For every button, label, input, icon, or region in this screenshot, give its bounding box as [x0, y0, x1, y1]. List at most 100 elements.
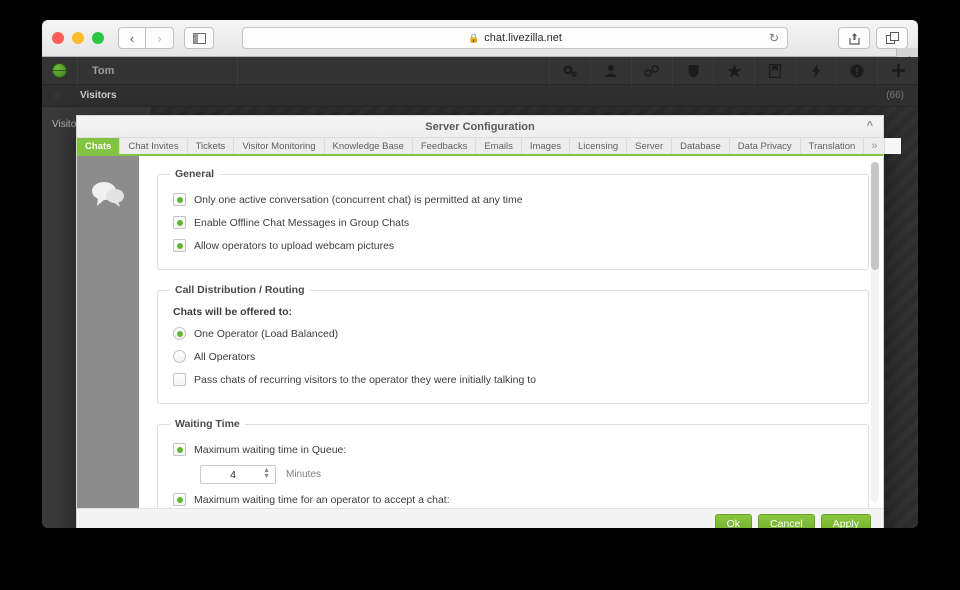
radio-one-operator[interactable] — [173, 327, 186, 340]
tab-visitor-monitoring[interactable]: Visitor Monitoring — [234, 138, 325, 154]
checkbox-max-wait-accept[interactable] — [173, 493, 186, 506]
dialog-footer: Ok Cancel Apply — [77, 508, 883, 528]
routing-legend: Call Distribution / Routing — [175, 284, 305, 296]
tab-feedbacks[interactable]: Feedbacks — [412, 138, 477, 154]
checkbox-recurring-visitors[interactable] — [173, 373, 186, 386]
tab-database[interactable]: Database — [672, 138, 730, 154]
reload-icon[interactable]: ↻ — [769, 31, 779, 45]
subtoolbar-tab-visitors[interactable]: Visitors — [72, 85, 125, 107]
navigation-buttons: ‹ › — [118, 27, 174, 49]
server-configuration-dialog: Server Configuration ^ Chats Chat Invite… — [76, 115, 902, 528]
label-max-wait-accept: Maximum waiting time for an operator to … — [194, 493, 450, 506]
tab-licensing[interactable]: Licensing — [570, 138, 628, 154]
tab-chat-invites[interactable]: Chat Invites — [120, 138, 188, 154]
url-text: chat.livezilla.net — [484, 32, 562, 44]
home-icon[interactable]: ⌂ — [42, 85, 72, 107]
option-max-wait-queue[interactable]: Maximum waiting time in Queue: — [170, 438, 856, 461]
livezilla-logo-icon — [52, 63, 67, 78]
show-tabs-button[interactable] — [876, 27, 908, 49]
scrollbar-thumb[interactable] — [871, 162, 879, 270]
browser-window: ‹ › 🔒 chat.livezilla.net ↻ Tom ⌂ Visitor… — [42, 20, 918, 528]
links-icon[interactable] — [631, 57, 672, 85]
label-webcam-pictures: Allow operators to upload webcam picture… — [194, 239, 395, 252]
radio-row-one-operator[interactable]: One Operator (Load Balanced) — [170, 322, 856, 345]
window-traffic-lights — [52, 32, 104, 44]
app-subtoolbar: ⌂ Visitors (66) — [42, 85, 918, 107]
sidebar-toggle-button[interactable] — [184, 27, 214, 49]
book-icon[interactable] — [754, 57, 795, 85]
stepper-arrows-icon[interactable]: ▲ ▼ — [263, 467, 270, 480]
apply-button[interactable]: Apply — [820, 514, 871, 528]
forward-button[interactable]: › — [146, 27, 174, 49]
star-icon[interactable] — [713, 57, 754, 85]
stepper-row-queue: 4 ▲ ▼ Minutes — [170, 461, 856, 488]
dialog-content: General Only one active conversation (co… — [139, 156, 883, 508]
back-button[interactable]: ‹ — [118, 27, 146, 49]
tab-bar-filler — [885, 138, 902, 154]
sidebar-toggle-icon — [192, 32, 206, 44]
checkbox-webcam-pictures[interactable] — [173, 239, 186, 252]
radio-all-operators[interactable] — [173, 350, 186, 363]
dialog-header: Server Configuration ^ — [77, 116, 883, 138]
label-recurring-visitors: Pass chats of recurring visitors to the … — [194, 373, 536, 386]
tabs-overflow-button[interactable]: » — [864, 138, 886, 154]
label-concurrent-chat: Only one active conversation (concurrent… — [194, 193, 523, 206]
shield-icon[interactable] — [672, 57, 713, 85]
checkbox-offline-messages[interactable] — [173, 216, 186, 229]
routing-subheading: Chats will be offered to: — [173, 306, 293, 318]
cancel-button[interactable]: Cancel — [758, 514, 815, 528]
share-icon — [848, 32, 860, 45]
ok-button[interactable]: Ok — [714, 514, 753, 528]
browser-titlebar: ‹ › 🔒 chat.livezilla.net ↻ — [42, 20, 918, 72]
chevron-up-icon[interactable]: ^ — [867, 120, 873, 132]
option-max-wait-accept[interactable]: Maximum waiting time for an operator to … — [170, 488, 856, 508]
current-user-name: Tom — [78, 57, 238, 85]
lock-icon: 🔒 — [468, 32, 480, 43]
person-icon[interactable] — [590, 57, 631, 85]
tab-emails[interactable]: Emails — [476, 138, 522, 154]
label-offline-messages: Enable Offline Chat Messages in Group Ch… — [194, 216, 410, 229]
option-webcam-pictures[interactable]: Allow operators to upload webcam picture… — [170, 234, 856, 257]
tab-data-privacy[interactable]: Data Privacy — [729, 138, 801, 154]
dialog-body: General Only one active conversation (co… — [77, 156, 883, 508]
dialog-tab-bar: Chats Chat Invites Tickets Visitor Monit… — [77, 138, 902, 156]
radio-row-all-operators[interactable]: All Operators — [170, 345, 856, 368]
dialog-title: Server Configuration — [425, 120, 535, 133]
tab-knowledge-base[interactable]: Knowledge Base — [324, 138, 413, 154]
toolbar-right-buttons — [838, 27, 908, 49]
label-all-operators: All Operators — [194, 350, 256, 363]
tab-tickets[interactable]: Tickets — [187, 138, 235, 154]
tab-server[interactable]: Server — [627, 138, 673, 154]
checkbox-max-wait-queue[interactable] — [173, 443, 186, 456]
lightning-icon[interactable] — [795, 57, 836, 85]
label-one-operator: One Operator (Load Balanced) — [194, 327, 339, 340]
tab-translation[interactable]: Translation — [800, 138, 865, 154]
share-button[interactable] — [838, 27, 870, 49]
checkbox-concurrent-chat[interactable] — [173, 193, 186, 206]
dialog-left-panel — [77, 156, 139, 508]
maximize-window-button[interactable] — [92, 32, 104, 44]
option-offline-messages[interactable]: Enable Offline Chat Messages in Group Ch… — [170, 211, 856, 234]
tab-images[interactable]: Images — [521, 138, 570, 154]
tab-chats[interactable]: Chats — [77, 138, 121, 154]
app-toolbar: Tom — [42, 57, 918, 85]
plus-icon[interactable] — [877, 57, 918, 85]
minimize-window-button[interactable] — [72, 32, 84, 44]
app-logo — [42, 57, 78, 85]
waiting-time-legend: Waiting Time — [175, 418, 240, 430]
content-scrollbar[interactable] — [871, 162, 879, 502]
address-bar[interactable]: 🔒 chat.livezilla.net ↻ — [242, 27, 788, 49]
option-recurring-visitors[interactable]: Pass chats of recurring visitors to the … — [170, 368, 856, 391]
close-window-button[interactable] — [52, 32, 64, 44]
general-legend: General — [175, 168, 215, 180]
unit-minutes: Minutes — [286, 469, 322, 480]
chat-bubbles-icon — [92, 182, 124, 207]
general-section: General Only one active conversation (co… — [157, 168, 869, 270]
label-max-wait-queue: Maximum waiting time in Queue: — [194, 443, 347, 456]
option-concurrent-chat[interactable]: Only one active conversation (concurrent… — [170, 188, 856, 211]
visitors-count: (66) — [886, 90, 904, 101]
info-icon[interactable] — [836, 57, 877, 85]
routing-section: Call Distribution / Routing Chats will b… — [157, 284, 869, 404]
stepper-max-wait-queue[interactable]: 4 ▲ ▼ — [200, 465, 276, 484]
gears-icon[interactable] — [549, 57, 590, 85]
